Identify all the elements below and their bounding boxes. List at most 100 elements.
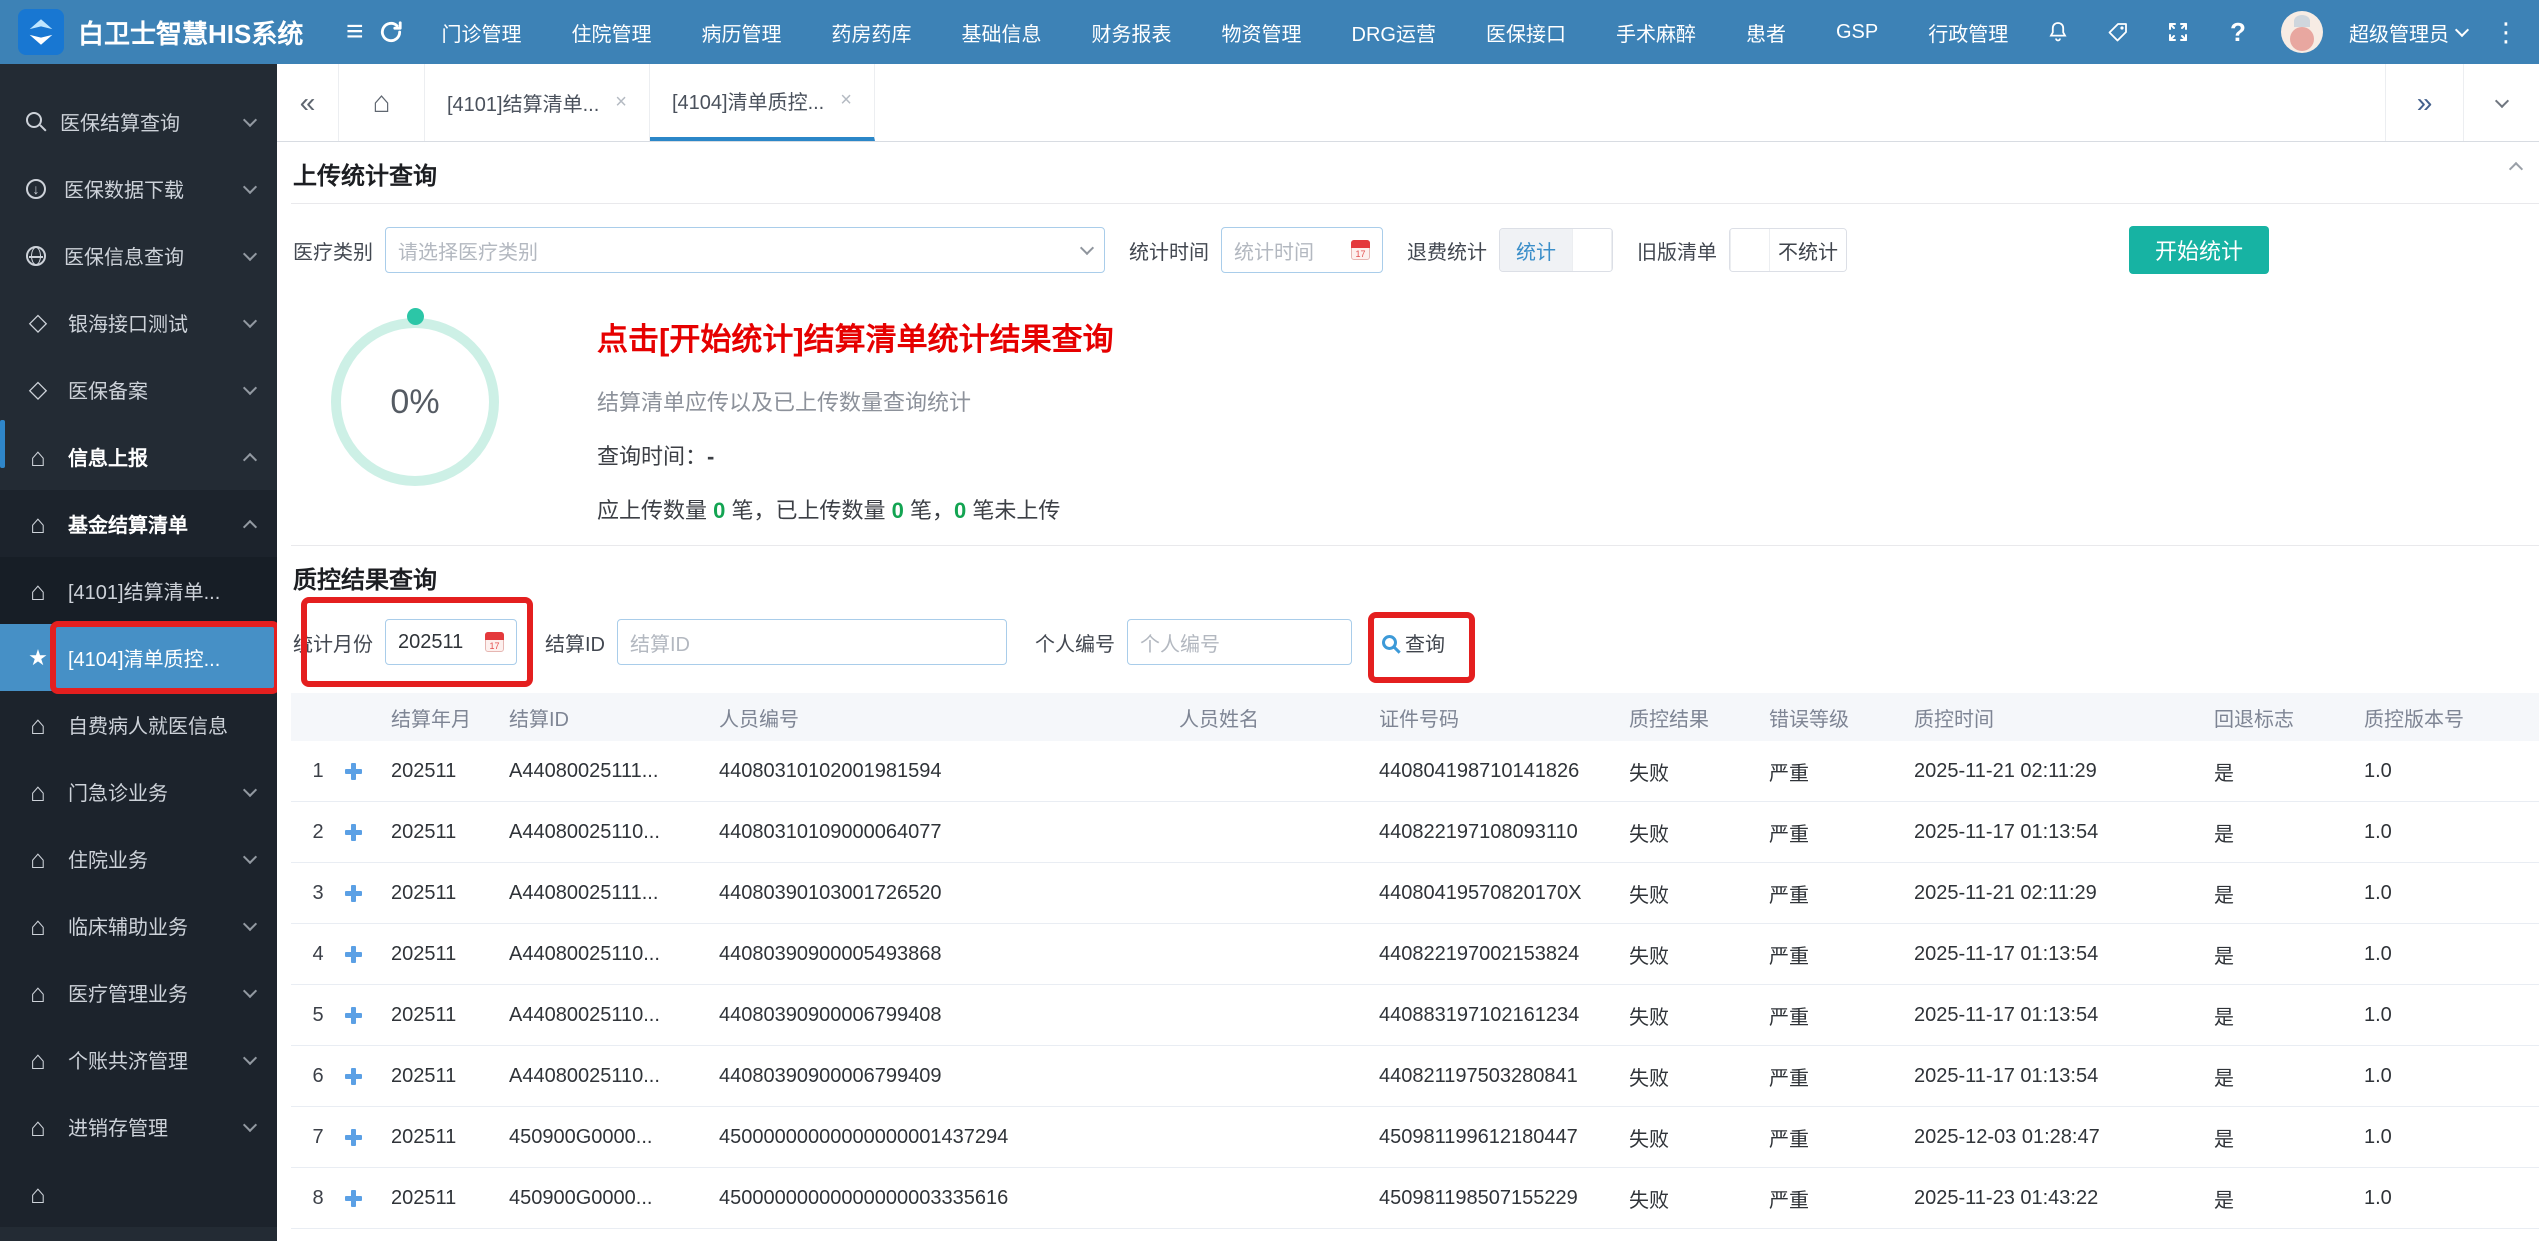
col-header[interactable]: 回退标志 bbox=[2206, 703, 2356, 732]
sidebar-item[interactable]: 医疗管理业务 bbox=[0, 959, 277, 1026]
top-menu-item[interactable]: 住院管理 bbox=[572, 18, 652, 47]
sidebar-item[interactable]: 临床辅助业务 bbox=[0, 892, 277, 959]
top-menu-item[interactable]: 病历管理 bbox=[702, 18, 782, 47]
start-stats-button[interactable]: 开始统计 bbox=[2129, 226, 2269, 274]
col-header[interactable]: 人员姓名 bbox=[1171, 703, 1371, 732]
close-tab-icon[interactable]: × bbox=[615, 91, 627, 114]
calendar-icon[interactable] bbox=[1351, 240, 1370, 260]
expand-row-icon[interactable] bbox=[345, 1068, 362, 1085]
cell-settle-id: 450900G0000... bbox=[501, 1187, 711, 1210]
cell-cert-no: 440883197102161234 bbox=[1371, 1004, 1621, 1027]
tag-icon[interactable] bbox=[2101, 15, 2135, 49]
cell-settle-id: A44080025110... bbox=[501, 1065, 711, 1088]
avatar[interactable] bbox=[2281, 11, 2323, 53]
top-menu-item[interactable]: 门诊管理 bbox=[442, 18, 522, 47]
tab-4104[interactable]: [4104]清单质控... × bbox=[650, 64, 875, 141]
sidebar-item[interactable]: [4101]结算清单... bbox=[0, 557, 277, 624]
expand-row-icon[interactable] bbox=[345, 1007, 362, 1024]
expand-row-icon[interactable] bbox=[345, 885, 362, 902]
close-tab-icon[interactable]: × bbox=[840, 89, 852, 112]
expand-row-icon[interactable] bbox=[345, 763, 362, 780]
sidebar-item[interactable] bbox=[0, 1160, 277, 1227]
calendar-icon[interactable] bbox=[485, 632, 504, 652]
col-header[interactable]: 人员编号 bbox=[711, 703, 1171, 732]
top-menu-item[interactable]: 患者 bbox=[1746, 18, 1786, 47]
home-tab-icon[interactable]: ⌂ bbox=[339, 64, 425, 141]
col-header[interactable]: 质控版本号 bbox=[2356, 703, 2526, 732]
tabs-scroll-left-button[interactable]: « bbox=[277, 64, 339, 141]
expand-row-icon[interactable] bbox=[345, 1129, 362, 1146]
person-id-input[interactable]: 个人编号 bbox=[1127, 619, 1352, 665]
stat-time-input[interactable]: 统计时间 bbox=[1221, 227, 1383, 273]
col-header[interactable]: 结算年月 bbox=[383, 703, 501, 732]
refund-toggle[interactable]: 统计 bbox=[1499, 228, 1613, 272]
sidebar-item[interactable]: 自费病人就医信息 bbox=[0, 691, 277, 758]
sidebar-item[interactable]: 门急诊业务 bbox=[0, 758, 277, 825]
sidebar-item[interactable]: 医保备案 bbox=[0, 356, 277, 423]
notifications-bell-icon[interactable] bbox=[2041, 15, 2075, 49]
table-row[interactable]: 2 202511 A44080025110... 440803101090000… bbox=[291, 802, 2539, 863]
cell-person-id: 44080390900006799408 bbox=[711, 1004, 1171, 1027]
sidebar-item[interactable]: 住院业务 bbox=[0, 825, 277, 892]
sidebar-item[interactable]: [4104]清单质控... bbox=[0, 624, 277, 691]
expand-row-icon[interactable] bbox=[345, 824, 362, 841]
sidebar-item[interactable]: 银海接口测试 bbox=[0, 289, 277, 356]
settle-id-input[interactable]: 结算ID bbox=[617, 619, 1007, 665]
top-menu-item[interactable]: 行政管理 bbox=[1928, 18, 2008, 47]
expand-row-icon[interactable] bbox=[345, 946, 362, 963]
home-icon bbox=[26, 579, 50, 603]
sidebar-item-label: 住院业务 bbox=[68, 844, 245, 873]
cell-qc-time: 2025-11-21 02:11:29 bbox=[1906, 882, 2206, 905]
tab-4101[interactable]: [4101]结算清单... × bbox=[425, 64, 650, 141]
table-row[interactable]: 1 202511 A44080025111... 440803101020019… bbox=[291, 741, 2539, 802]
col-header[interactable]: 证件号码 bbox=[1371, 703, 1621, 732]
sidebar-item[interactable]: 基金结算清单 bbox=[0, 490, 277, 557]
top-menu-item[interactable]: 手术麻醉 bbox=[1616, 18, 1696, 47]
top-menu-item[interactable]: 物资管理 bbox=[1222, 18, 1302, 47]
table-row[interactable]: 3 202511 A44080025111... 440803901030017… bbox=[291, 863, 2539, 924]
medical-category-select[interactable]: 请选择医疗类别 bbox=[385, 227, 1105, 273]
refresh-icon[interactable] bbox=[374, 15, 408, 49]
sidebar-item[interactable]: 个账共济管理 bbox=[0, 1026, 277, 1093]
tabs-scroll-right-button[interactable]: » bbox=[2385, 64, 2463, 141]
chevron-icon bbox=[243, 112, 257, 126]
tabs-dropdown-button[interactable] bbox=[2463, 64, 2539, 141]
table-row[interactable]: 9 202511 450900G0000... 4500000000000000… bbox=[291, 1229, 2539, 1240]
cell-cert-no: 440822197108093110 bbox=[1371, 821, 1621, 844]
query-button[interactable]: 查询 bbox=[1382, 628, 1445, 657]
hamburger-menu-icon[interactable]: ≡ bbox=[346, 15, 364, 49]
sidebar-item[interactable]: 进销存管理 bbox=[0, 1093, 277, 1160]
top-menu-item[interactable]: 医保接口 bbox=[1486, 18, 1566, 47]
sidebar-item[interactable]: 医保结算查询 bbox=[0, 88, 277, 155]
expand-row-icon[interactable] bbox=[345, 1190, 362, 1207]
top-menu-item[interactable]: GSP bbox=[1836, 21, 1878, 44]
query-time-label: 查询时间： bbox=[597, 444, 707, 469]
user-menu[interactable]: 超级管理员 bbox=[2349, 18, 2467, 47]
fullscreen-icon[interactable] bbox=[2161, 15, 2195, 49]
table-row[interactable]: 5 202511 A44080025110... 440803909000067… bbox=[291, 985, 2539, 1046]
col-header[interactable]: 错误等级 bbox=[1761, 703, 1906, 732]
cell-settle-id: 450900G0000... bbox=[501, 1126, 711, 1149]
sidebar-item[interactable]: 信息上报 bbox=[0, 423, 277, 490]
sidebar-item[interactable]: 医保数据下载 bbox=[0, 155, 277, 222]
more-options-icon[interactable]: ⋮ bbox=[2493, 17, 2521, 48]
top-menu-item[interactable]: 药房药库 bbox=[832, 18, 912, 47]
col-header[interactable]: 质控时间 bbox=[1906, 703, 2206, 732]
help-icon[interactable]: ? bbox=[2221, 15, 2255, 49]
row-number: 4 bbox=[291, 943, 337, 966]
sidebar-item-label: 医保备案 bbox=[68, 375, 245, 404]
top-menu-item[interactable]: DRG运营 bbox=[1352, 18, 1436, 47]
table-row[interactable]: 6 202511 A44080025110... 440803909000067… bbox=[291, 1046, 2539, 1107]
top-menu-item[interactable]: 基础信息 bbox=[962, 18, 1042, 47]
col-header[interactable]: 结算ID bbox=[501, 703, 711, 732]
old-list-toggle[interactable]: 不统计 bbox=[1729, 228, 1847, 272]
chevron-icon bbox=[243, 1117, 257, 1131]
table-row[interactable]: 7 202511 450900G0000... 4500000000000000… bbox=[291, 1107, 2539, 1168]
table-row[interactable]: 8 202511 450900G0000... 4500000000000000… bbox=[291, 1168, 2539, 1229]
sidebar-item[interactable]: 医保信息查询 bbox=[0, 222, 277, 289]
home-icon bbox=[26, 780, 50, 804]
top-menu-item[interactable]: 财务报表 bbox=[1092, 18, 1172, 47]
table-row[interactable]: 4 202511 A44080025110... 440803909000054… bbox=[291, 924, 2539, 985]
stat-month-input[interactable]: 202511 bbox=[385, 619, 517, 665]
col-header[interactable]: 质控结果 bbox=[1621, 703, 1761, 732]
